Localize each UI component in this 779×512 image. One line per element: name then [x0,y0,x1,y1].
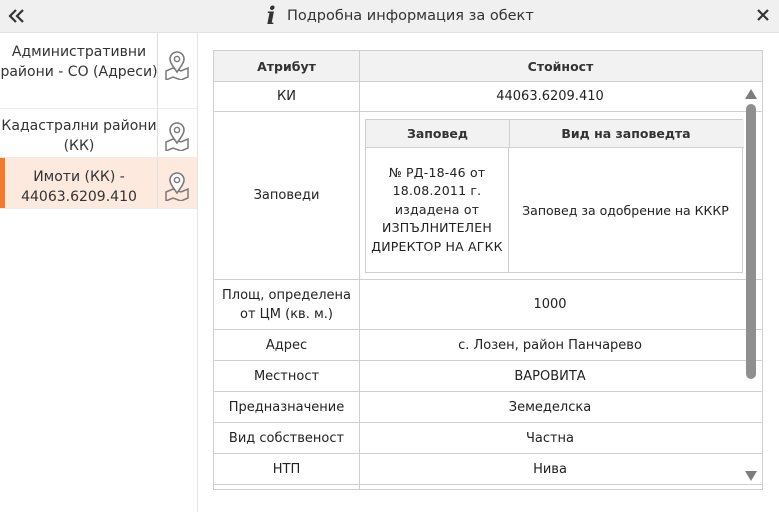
table-header-row: Атрибут Стойност [214,51,762,82]
sidebar-item-label: Имоти (КК) - 44063.6209.410 [21,169,137,205]
orders-subtable: Заповед Вид на заповедта № РД-18-46 от 1… [365,119,744,273]
page-title: Подробна информация за обект [287,8,534,24]
table-row: Площ, определена от ЦМ (кв. м.) 1000 [214,280,762,330]
layer-sidebar: Административни райони - СО (Адреси) Кад… [0,33,198,512]
value-cell: с. Лозен, район Панчарево [458,337,642,353]
sidebar-item-admin-districts[interactable]: Административни райони - СО (Адреси) [0,33,197,109]
triangle-up-icon [745,89,757,99]
map-pin-icon[interactable] [163,50,191,82]
sidebar-item-properties[interactable]: Имоти (КК) - 44063.6209.410 [0,158,197,209]
attribute-cell: Предназначение [214,392,360,422]
close-button[interactable] [755,7,771,23]
collapse-panel-button[interactable] [6,4,28,28]
value-cell: Нива [533,461,567,477]
value-cell: 44063.6209.410 [496,89,604,104]
table-row: Адрес с. Лозен, район Панчарево [214,330,762,361]
map-pin-icon[interactable] [163,171,191,203]
attribute-cell: Адрес [214,330,360,360]
order-cell: № РД-18-46 от 18.08.2011 г. издадена от … [366,148,509,272]
scroll-down-button[interactable] [744,468,758,482]
attribute-cell: КИ [214,82,360,111]
column-header-order-type: Вид на заповедта [561,126,691,141]
attribute-cell: Вид собственост [214,423,360,453]
table-row: Заповеди Заповед Вид на заповедта № РД-1… [214,112,762,280]
sidebar-item-label: Административни райони - СО (Адреси) [0,44,158,80]
column-header-value: Стойност [527,58,594,74]
sidebar-item-label: Кадастрални райони (КК) [1,118,157,154]
triangle-down-icon [745,471,757,481]
table-row: Местност ВАРОВИТА [214,361,762,392]
scroll-up-button[interactable] [744,86,758,100]
table-row: НТП Нива [214,454,762,485]
value-cell: Частна [525,430,575,446]
attribute-cell [214,485,360,489]
close-icon [757,9,769,21]
table-row: Предназначение Земеделска [214,392,762,423]
sidebar-item-cadastral-districts[interactable]: Кадастрални райони (КК) [0,109,197,158]
value-cell: 1000 [533,297,567,312]
value-cell: Земеделска [508,399,592,415]
scrollbar-thumb[interactable] [746,104,756,379]
double-chevron-left-icon [8,9,24,23]
attributes-table: Атрибут Стойност КИ 44063.6209.410 Запов… [213,50,763,490]
column-header-attribute: Атрибут [214,51,360,81]
table-row [214,485,762,489]
map-pin-icon[interactable] [163,121,191,153]
order-type-cell: Заповед за одобрение на КККР [522,202,729,218]
divider [157,109,158,157]
table-row: Вид собственост Частна [214,423,762,454]
divider [157,158,158,208]
subtable-row: № РД-18-46 от 18.08.2011 г. издадена от … [366,148,742,272]
panel-header: i Подробна информация за обект [0,0,779,33]
attribute-cell: Площ, определена от ЦМ (кв. м.) [214,280,360,329]
divider [157,33,158,108]
info-icon: i [266,1,276,30]
attribute-cell: Заповеди [214,112,360,279]
attribute-cell: Местност [214,361,360,391]
scrollbar[interactable] [742,84,760,484]
value-cell: ВАРОВИТА [514,368,586,384]
attribute-cell: НТП [214,454,360,484]
subtable-header-row: Заповед Вид на заповедта [366,120,744,148]
column-header-order: Заповед [366,120,510,147]
table-row: КИ 44063.6209.410 [214,82,762,112]
